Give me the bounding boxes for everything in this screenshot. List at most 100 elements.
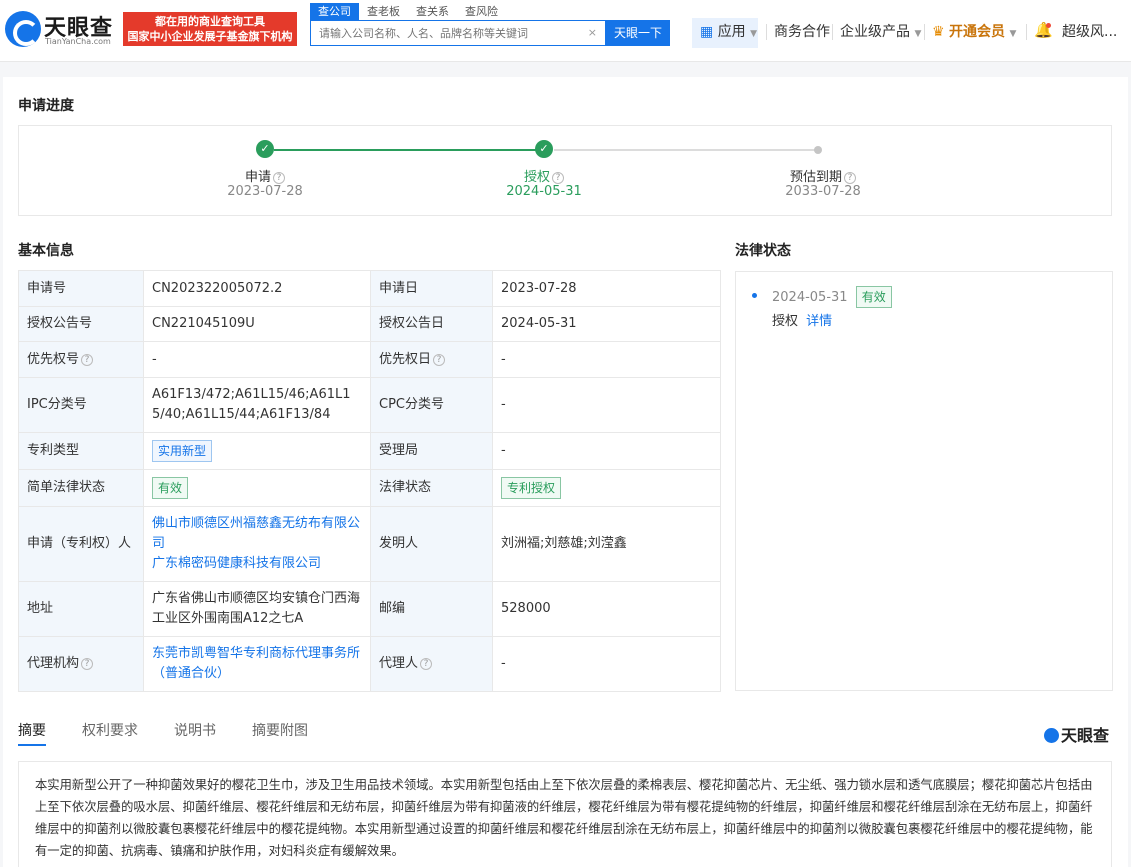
progress-title: 申请进度: [18, 95, 74, 115]
chevron-down-icon: ▼: [1009, 29, 1016, 39]
agency-link[interactable]: 东莞市凯粤智华专利商标代理事务所（普通合伙）: [152, 646, 360, 681]
nav-app-label: 应用: [718, 24, 746, 40]
basic-info-table: 申请号 CN202322005072.2 申请日 2023-07-28 授权公告…: [18, 270, 721, 692]
progress-line-pending: [554, 149, 818, 151]
help-icon[interactable]: ?: [552, 172, 564, 184]
field-label: CPC分类号: [371, 378, 493, 433]
search-button[interactable]: 天眼一下: [606, 20, 670, 46]
watermark-logo-text: 天眼查: [1061, 726, 1109, 745]
check-icon: ✓: [256, 140, 274, 158]
table-row: 简单法律状态 有效 法律状态 专利授权: [19, 470, 721, 507]
logo-url-text: TianYanCha.com: [45, 37, 111, 46]
help-icon[interactable]: ?: [433, 354, 445, 366]
field-label: 受理局: [371, 433, 493, 470]
field-value: 东莞市凯粤智华专利商标代理事务所（普通合伙）: [144, 637, 371, 692]
field-label: 邮编: [371, 582, 493, 637]
app-grid-icon: ▦: [700, 24, 713, 40]
tab-abstract-figure[interactable]: 摘要附图: [252, 720, 308, 746]
crown-icon: ♛: [932, 24, 945, 40]
search-tab-company[interactable]: 查公司: [310, 3, 359, 20]
search-tab-relation[interactable]: 查关系: [408, 3, 457, 20]
nav-app-menu[interactable]: ▦ 应用 ▼: [692, 18, 758, 48]
table-row: 授权公告号 CN221045109U 授权公告日 2024-05-31: [19, 307, 721, 342]
nav-divider: [766, 24, 767, 40]
tab-claims[interactable]: 权利要求: [82, 720, 138, 746]
field-value: 有效: [144, 470, 371, 507]
field-value: 佛山市顺德区州福慈鑫无纺布有限公司 广东棉密码健康科技有限公司: [144, 507, 371, 582]
table-row: 申请号 CN202322005072.2 申请日 2023-07-28: [19, 271, 721, 307]
content-tabs: 摘要 权利要求 说明书 摘要附图: [18, 720, 344, 746]
progress-step-date: 2024-05-31: [464, 184, 624, 199]
search-box: ×: [310, 20, 606, 46]
nav-divider: [832, 24, 833, 40]
table-row: 优先权号? - 优先权日? -: [19, 342, 721, 378]
promo-line-1: 都在用的商业查询工具: [123, 14, 297, 29]
help-icon[interactable]: ?: [844, 172, 856, 184]
progress-step-date: 2033-07-28: [743, 184, 903, 199]
legal-status-title: 法律状态: [735, 240, 791, 260]
timeline-dot: [752, 293, 757, 298]
field-value: 2023-07-28: [493, 271, 721, 307]
pending-dot: [814, 146, 822, 154]
nav-enterprise-label: 企业级产品: [840, 24, 910, 40]
tab-abstract[interactable]: 摘要: [18, 720, 46, 746]
nav-user-menu[interactable]: 超级风...: [1062, 18, 1117, 46]
help-icon[interactable]: ?: [81, 354, 93, 366]
field-value: -: [493, 637, 721, 692]
logo-icon: [1044, 728, 1059, 743]
field-label: 专利类型: [19, 433, 144, 470]
search-input[interactable]: [311, 21, 581, 45]
field-value: -: [493, 342, 721, 378]
field-value: 广东省佛山市顺德区均安镇仓门西海工业区外围南围A12之七A: [144, 582, 371, 637]
tab-description[interactable]: 说明书: [174, 720, 216, 746]
check-icon: ✓: [535, 140, 553, 158]
nav-divider: [924, 24, 925, 40]
nav-business[interactable]: 商务合作: [774, 18, 830, 46]
progress-step-date: 2023-07-28: [185, 184, 345, 199]
field-label: 简单法律状态: [19, 470, 144, 507]
table-row: 申请（专利权）人 佛山市顺德区州福慈鑫无纺布有限公司 广东棉密码健康科技有限公司…: [19, 507, 721, 582]
legal-event-text: 授权: [772, 314, 798, 329]
search-tab-boss[interactable]: 查老板: [359, 3, 408, 20]
applicant-link[interactable]: 佛山市顺德区州福慈鑫无纺布有限公司: [152, 514, 362, 554]
nav-divider: [1026, 24, 1027, 40]
field-value: CN202322005072.2: [144, 271, 371, 307]
field-value: 2024-05-31: [493, 307, 721, 342]
field-value: 专利授权: [493, 470, 721, 507]
help-icon[interactable]: ?: [420, 658, 432, 670]
field-label: 授权公告号: [19, 307, 144, 342]
field-value: 刘洲福;刘慈雄;刘滢鑫: [493, 507, 721, 582]
field-label: 申请日: [371, 271, 493, 307]
site-logo[interactable]: 天眼查 TianYanCha.com: [5, 8, 120, 48]
progress-line-done: [274, 149, 544, 151]
field-value: A61F13/472;A61L15/46;A61L15/40;A61L15/44…: [144, 378, 371, 433]
detail-link[interactable]: 详情: [806, 314, 832, 329]
progress-panel: ✓ 申请? 2023-07-28 ✓ 授权? 2024-05-31 预估到期? …: [18, 125, 1112, 216]
progress-step-label: 申请?: [185, 166, 345, 185]
help-icon[interactable]: ?: [81, 658, 93, 670]
help-icon[interactable]: ?: [273, 172, 285, 184]
field-value: 528000: [493, 582, 721, 637]
clear-icon[interactable]: ×: [588, 26, 597, 39]
field-label: 优先权日?: [371, 342, 493, 378]
legal-status-badge: 专利授权: [501, 477, 561, 499]
legal-event-date: 2024-05-31: [772, 290, 848, 305]
chevron-down-icon: ▼: [750, 29, 757, 39]
field-label: 法律状态: [371, 470, 493, 507]
search-tab-risk[interactable]: 查风险: [457, 3, 506, 20]
promo-banner[interactable]: 都在用的商业查询工具 国家中小企业发展子基金旗下机构: [123, 12, 297, 46]
abstract-text: 本实用新型公开了一种抑菌效果好的樱花卫生巾，涉及卫生用品技术领域。本实用新型包括…: [18, 761, 1112, 867]
progress-step-label: 授权?: [464, 166, 624, 185]
field-label: 授权公告日: [371, 307, 493, 342]
nav-vip-menu[interactable]: ♛ 开通会员 ▼: [932, 18, 1016, 48]
applicant-link[interactable]: 广东棉密码健康科技有限公司: [152, 554, 362, 574]
nav-vip-label: 开通会员: [949, 24, 1005, 40]
field-label: 优先权号?: [19, 342, 144, 378]
chevron-down-icon: ▼: [914, 29, 921, 39]
nav-enterprise-menu[interactable]: 企业级产品 ▼: [840, 18, 921, 48]
patent-type-badge: 实用新型: [152, 440, 212, 462]
field-label: 代理人?: [371, 637, 493, 692]
search-tabs: 查公司 查老板 查关系 查风险: [310, 3, 506, 20]
field-label: 地址: [19, 582, 144, 637]
table-row: IPC分类号 A61F13/472;A61L15/46;A61L15/40;A6…: [19, 378, 721, 433]
